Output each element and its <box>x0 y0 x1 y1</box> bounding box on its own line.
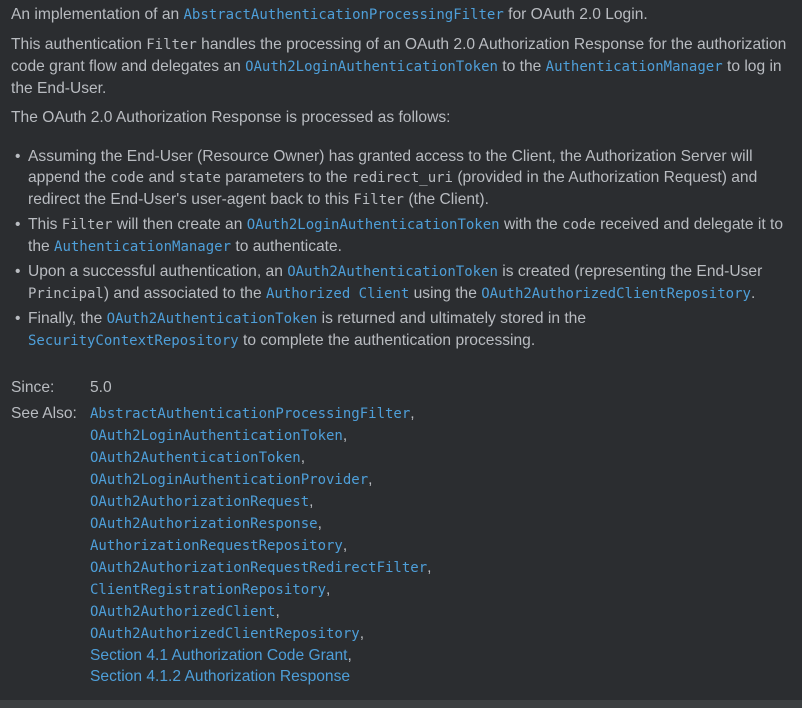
see-also-link[interactable]: ClientRegistrationRepository <box>90 582 326 598</box>
see-also-link[interactable]: Section 4.1 Authorization Code Grant <box>90 647 347 664</box>
list-item: • Assuming the End-User (Resource Owner) … <box>15 148 758 208</box>
abstract-filter-link[interactable]: AbstractAuthenticationProcessingFilter <box>184 7 504 23</box>
see-also-item: OAuth2AuthorizationRequestRedirectFilter… <box>90 559 432 576</box>
see-also-link[interactable]: OAuth2LoginAuthenticationToken <box>90 428 343 444</box>
code-state: state <box>178 170 221 186</box>
login-auth-token-link[interactable]: OAuth2LoginAuthenticationToken <box>247 217 500 233</box>
list-item: • This Filter will then create an OAuth2L… <box>15 216 783 255</box>
process-steps-list: • Assuming the End-User (Resource Owner) … <box>11 146 796 352</box>
see-also-item: AbstractAuthenticationProcessingFilter, <box>90 405 415 422</box>
see-also-item: Section 4.1.2 Authorization Response <box>90 666 432 687</box>
see-also-item: OAuth2AuthorizedClient, <box>90 603 280 620</box>
list-item: • Upon a successful authentication, an OA… <box>15 263 763 302</box>
since-label: Since: <box>11 379 55 396</box>
auth-token-link[interactable]: OAuth2AuthenticationToken <box>107 311 318 327</box>
since-value: 5.0 <box>90 379 112 396</box>
see-also-item: AuthorizationRequestRepository, <box>90 537 348 554</box>
security-context-repository-link[interactable]: SecurityContextRepository <box>28 333 239 349</box>
intro-paragraph: An implementation of an AbstractAuthenti… <box>11 6 648 23</box>
see-also-list: AbstractAuthenticationProcessingFilter, … <box>90 403 432 687</box>
see-also-link[interactable]: OAuth2AuthorizationResponse <box>90 516 318 532</box>
since-row: Since: 5.0 <box>11 377 796 398</box>
auth-manager-link[interactable]: AuthenticationManager <box>54 239 231 255</box>
see-also-link[interactable]: OAuth2AuthorizationRequest <box>90 494 309 510</box>
bullet-icon: • <box>15 148 21 165</box>
auth-token-link[interactable]: OAuth2AuthenticationToken <box>287 264 498 280</box>
see-also-row: See Also: AbstractAuthenticationProcessi… <box>11 403 796 687</box>
tag-section: Since: 5.0 See Also: AbstractAuthenticat… <box>11 377 796 687</box>
code-filter: Filter <box>353 192 404 208</box>
see-also-item: OAuth2AuthorizationRequest, <box>90 493 314 510</box>
code-filter: Filter <box>61 217 113 233</box>
bullet-icon: • <box>15 310 21 327</box>
list-item: • Finally, the OAuth2AuthenticationToken … <box>15 310 586 349</box>
bullet-icon: • <box>15 216 21 233</box>
code-principal: Principal <box>28 286 104 302</box>
javadoc-popup: An implementation of an AbstractAuthenti… <box>11 4 796 687</box>
see-also-link[interactable]: OAuth2AuthorizationRequestRedirectFilter <box>90 560 427 576</box>
authorized-client-link[interactable]: Authorized Client <box>266 286 409 302</box>
description-paragraph: This authentication Filter handles the p… <box>11 36 787 97</box>
see-also-link[interactable]: AuthorizationRequestRepository <box>90 538 343 554</box>
authorized-client-repository-link[interactable]: OAuth2AuthorizedClientRepository <box>481 286 751 302</box>
see-also-item: OAuth2LoginAuthenticationToken, <box>90 427 348 444</box>
see-also-item: OAuth2LoginAuthenticationProvider, <box>90 471 373 488</box>
see-also-link[interactable]: OAuth2AuthorizedClient <box>90 604 275 620</box>
horizontal-scrollbar[interactable] <box>0 700 802 708</box>
code-code: code <box>110 170 145 186</box>
see-also-link[interactable]: OAuth2AuthorizedClientRepository <box>90 626 360 642</box>
login-auth-token-link[interactable]: OAuth2LoginAuthenticationToken <box>245 59 498 75</box>
see-also-item: ClientRegistrationRepository, <box>90 581 331 598</box>
see-also-item: OAuth2AuthorizedClientRepository, <box>90 625 365 642</box>
see-also-link[interactable]: Section 4.1.2 Authorization Response <box>90 668 350 685</box>
code-filter: Filter <box>146 37 197 53</box>
code-redirect-uri: redirect_uri <box>351 170 453 186</box>
see-also-item: OAuth2AuthorizationResponse, <box>90 515 322 532</box>
bullet-icon: • <box>15 263 21 280</box>
see-also-link[interactable]: AbstractAuthenticationProcessingFilter <box>90 406 410 422</box>
auth-manager-link[interactable]: AuthenticationManager <box>546 59 723 75</box>
see-also-label: See Also: <box>11 405 77 422</box>
see-also-item: Section 4.1 Authorization Code Grant, <box>90 647 352 664</box>
code-code: code <box>562 217 596 233</box>
see-also-link[interactable]: OAuth2LoginAuthenticationProvider <box>90 472 368 488</box>
see-also-item: OAuth2AuthenticationToken, <box>90 449 306 466</box>
process-heading: The OAuth 2.0 Authorization Response is … <box>11 109 451 126</box>
see-also-link[interactable]: OAuth2AuthenticationToken <box>90 450 301 466</box>
